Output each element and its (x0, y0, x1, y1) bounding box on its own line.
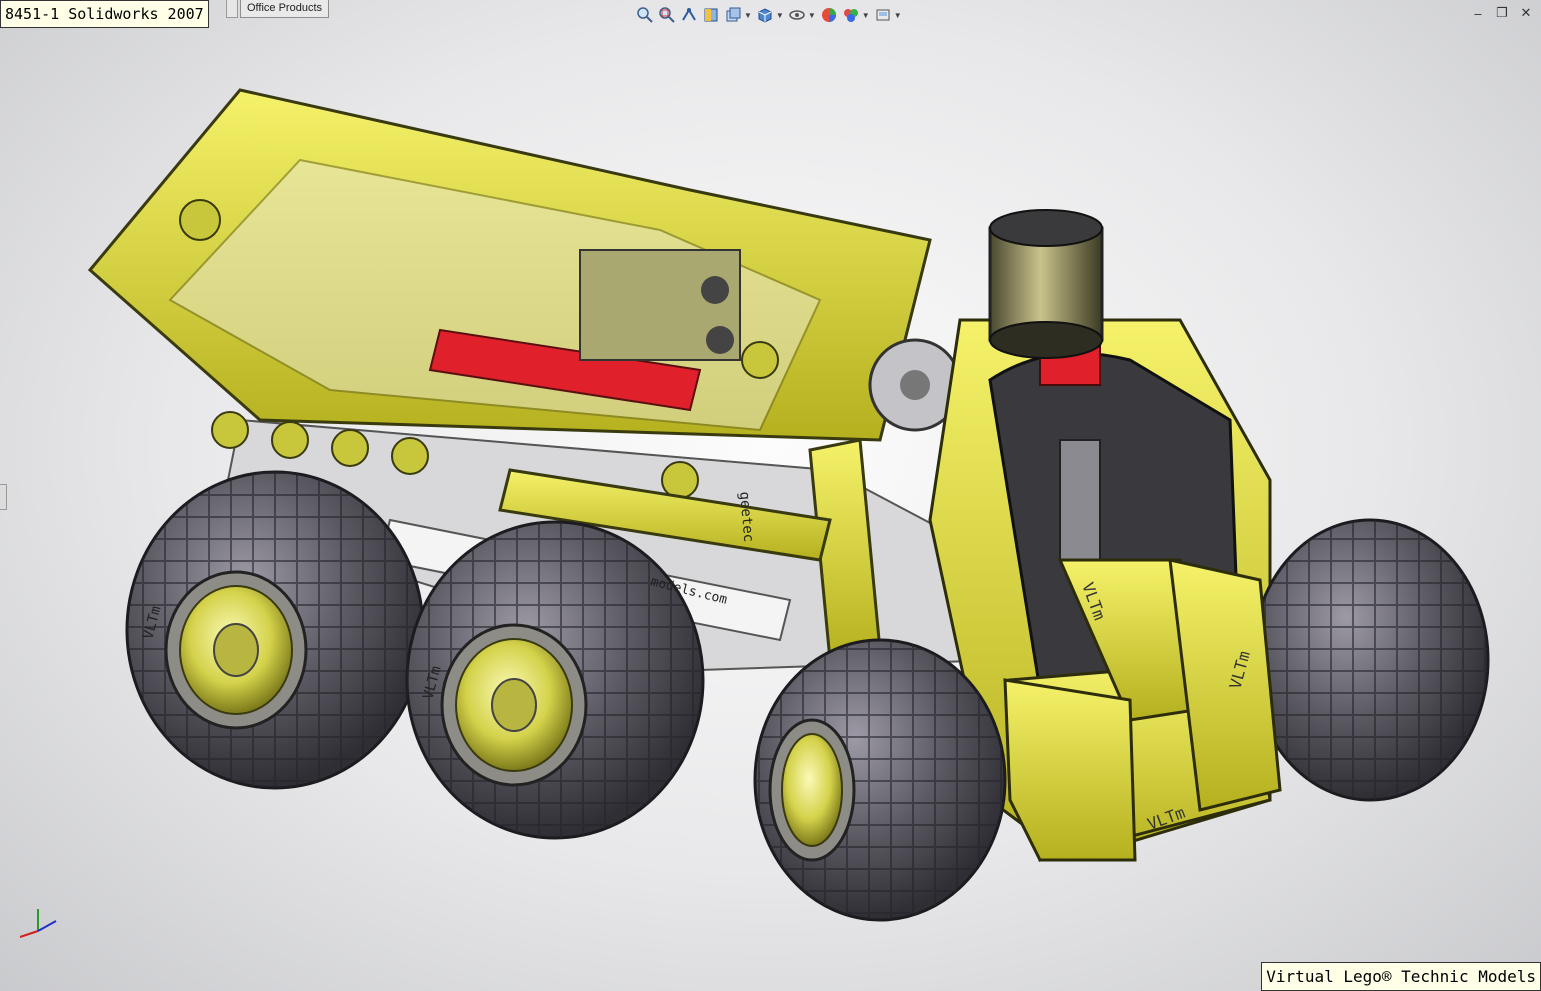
tab-stub[interactable] (226, 0, 238, 18)
tab-office-products[interactable]: Office Products (240, 0, 329, 18)
orientation-triad (19, 909, 57, 938)
model-viewport[interactable]: VLTm VLTm VLTm VLTm VLTm models.com geet… (0, 0, 1541, 991)
document-title: 8451-1 Solidworks 2007 (0, 0, 209, 28)
z-axis-icon (37, 920, 57, 932)
wheel-front-left (753, 638, 1007, 922)
motor (988, 209, 1104, 359)
wheel-front-right (1250, 518, 1490, 802)
x-axis-icon (19, 930, 39, 938)
wheel-rear-right (405, 520, 705, 840)
credit-label: Virtual Lego® Technic Models (1261, 962, 1541, 991)
wheel-rear-left (125, 470, 425, 790)
